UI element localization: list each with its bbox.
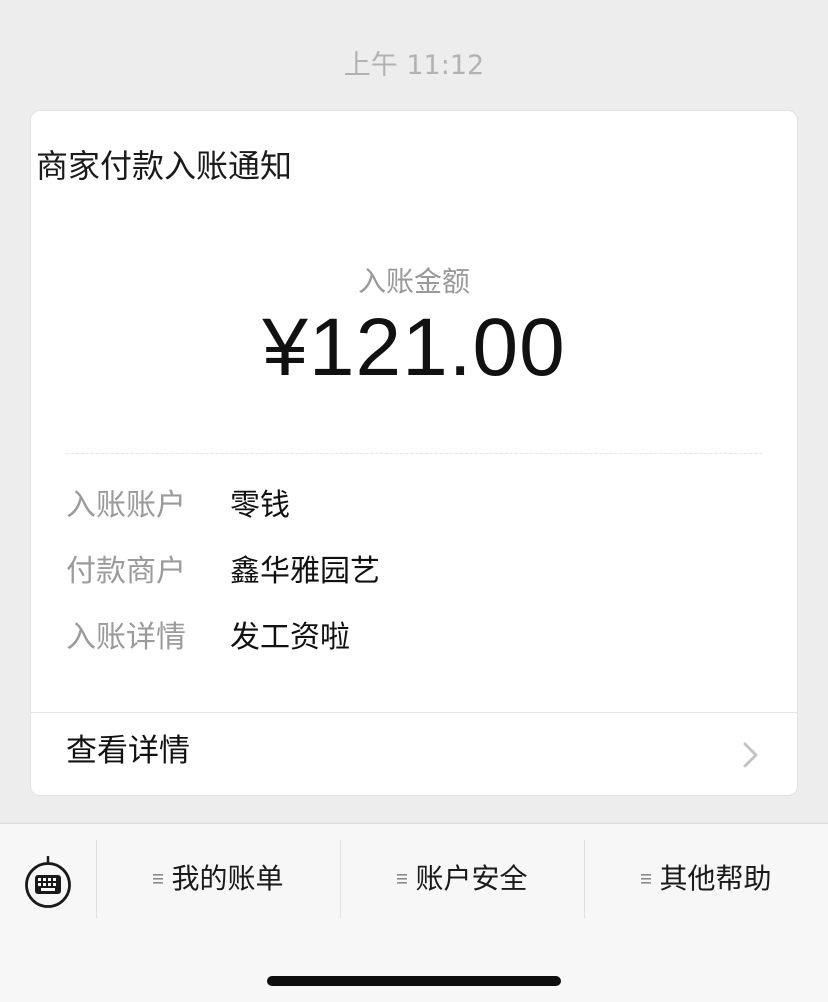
home-indicator[interactable]	[267, 976, 561, 986]
view-details-label: 查看详情	[66, 733, 190, 769]
keyboard-icon	[25, 855, 71, 908]
info-row-value: 鑫华雅园艺	[230, 554, 380, 589]
keyboard-toggle-button[interactable]	[24, 855, 72, 908]
info-row-label: 付款商户	[66, 554, 186, 589]
info-row-value: 发工资啦	[230, 620, 350, 655]
amount-value: ¥121.00	[262, 302, 566, 393]
dashed-divider	[66, 453, 762, 454]
menu-item-label: 其他帮助	[659, 862, 772, 895]
menu-lines-icon	[153, 874, 164, 884]
chevron-right-icon	[743, 742, 758, 768]
menu-my-bills-button[interactable]: 我的账单	[97, 840, 340, 918]
info-row-label: 入账详情	[66, 620, 186, 655]
view-details-link[interactable]: 查看详情	[30, 713, 798, 795]
message-timestamp: 上午 11:12	[343, 50, 485, 81]
menu-other-help-button[interactable]: 其他帮助	[585, 840, 828, 918]
amount-label: 入账金额	[357, 265, 470, 298]
menu-item-label: 我的账单	[171, 862, 284, 895]
menu-account-security-button[interactable]: 账户安全	[341, 840, 584, 918]
menu-lines-icon	[397, 874, 408, 884]
info-row-value: 零钱	[230, 488, 290, 523]
card-title: 商家付款入账通知	[36, 147, 293, 185]
info-row-label: 入账账户	[66, 488, 186, 523]
menu-lines-icon	[641, 874, 652, 884]
menu-item-label: 账户安全	[415, 862, 528, 895]
